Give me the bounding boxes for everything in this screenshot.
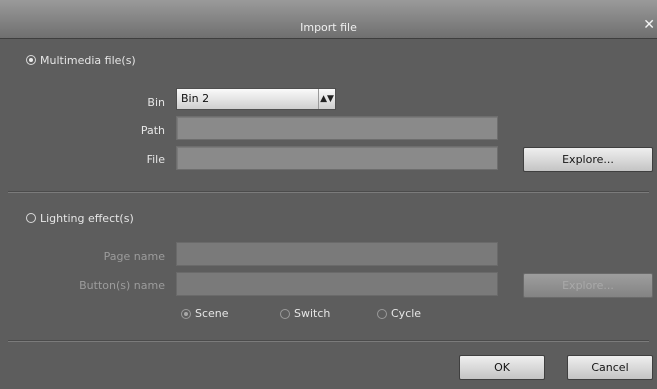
path-field[interactable] <box>176 116 498 140</box>
lighting-radio[interactable] <box>26 213 36 223</box>
ok-button[interactable]: OK <box>459 355 545 380</box>
scene-radio[interactable] <box>181 309 191 319</box>
lighting-option-label[interactable]: Lighting effect(s) <box>40 212 134 225</box>
buttons-name-label: Button(s) name <box>79 279 165 292</box>
buttons-name-field[interactable] <box>176 272 498 296</box>
cancel-button[interactable]: Cancel <box>567 355 653 380</box>
page-name-label: Page name <box>103 250 165 263</box>
lighting-explore-button[interactable]: Explore... <box>523 273 653 298</box>
title-bar: Import file ✕ <box>0 0 657 39</box>
bin-select-value: Bin 2 <box>181 92 210 105</box>
cycle-radio[interactable] <box>377 309 387 319</box>
multimedia-option-label[interactable]: Multimedia file(s) <box>40 54 136 67</box>
multimedia-radio[interactable] <box>26 55 36 65</box>
page-name-field[interactable] <box>176 242 498 266</box>
switch-radio[interactable] <box>280 309 290 319</box>
close-icon[interactable]: ✕ <box>643 17 655 33</box>
path-label: Path <box>140 124 165 137</box>
switch-label[interactable]: Switch <box>294 307 330 320</box>
section-divider <box>8 191 649 193</box>
cycle-label[interactable]: Cycle <box>391 307 421 320</box>
scene-label[interactable]: Scene <box>195 307 229 320</box>
updown-arrows-icon: ▲▼ <box>318 89 335 109</box>
dialog-title: Import file <box>300 21 357 34</box>
file-field[interactable] <box>176 146 498 170</box>
footer-divider <box>8 340 649 342</box>
file-label: File <box>146 153 165 166</box>
bin-select[interactable]: Bin 2 ▲▼ <box>176 88 336 110</box>
multimedia-explore-button[interactable]: Explore... <box>523 147 653 172</box>
bin-label: Bin <box>147 96 165 109</box>
